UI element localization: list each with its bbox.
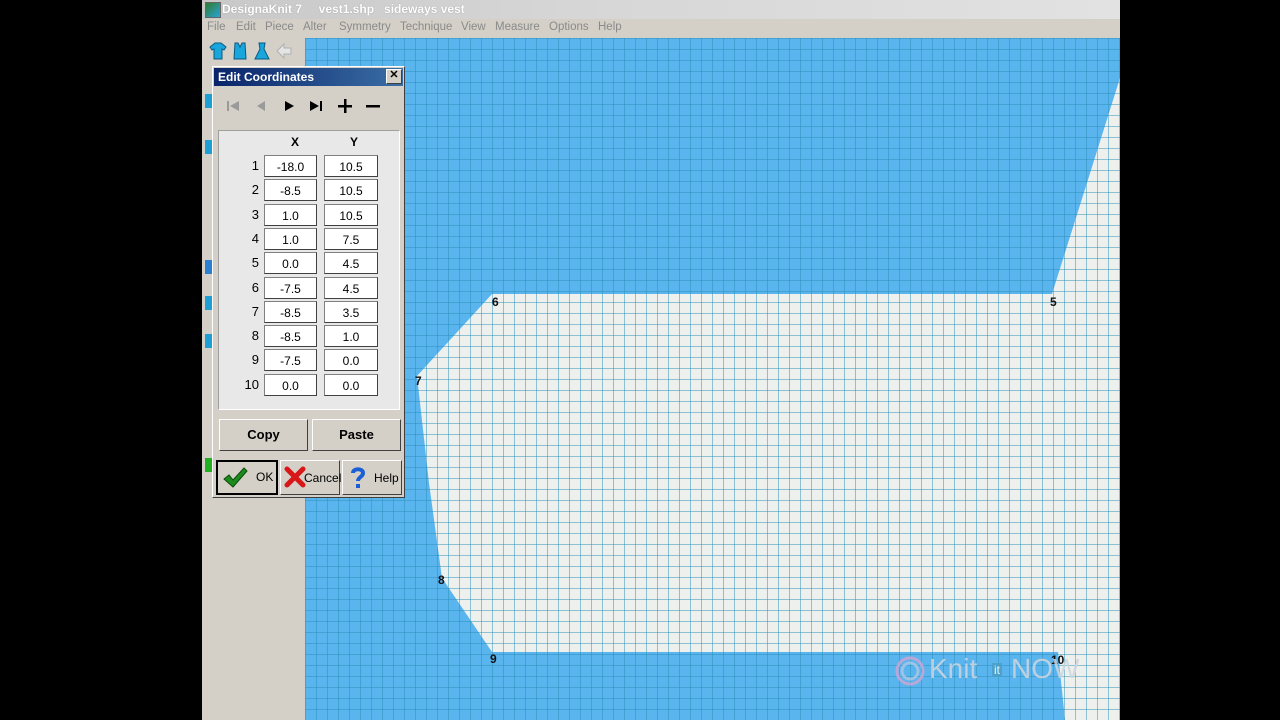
point-label-8: 8 <box>438 573 445 587</box>
dialog-title: Edit Coordinates <box>214 68 403 86</box>
add-point-button[interactable] <box>334 96 356 116</box>
next-button[interactable] <box>278 96 300 116</box>
menu-file[interactable]: File <box>207 21 226 33</box>
row-number: 8 <box>251 328 259 344</box>
row-number: 4 <box>251 230 259 246</box>
row-number: 10 <box>244 376 259 392</box>
title-bar: DesignaKnit 7 vest1.shp sideways vest <box>202 0 1120 19</box>
menu-symmetry[interactable]: Symmetry <box>339 21 391 33</box>
x-coordinate-field[interactable]: -18.0 <box>264 155 317 177</box>
x-coordinate-field[interactable]: -7.5 <box>264 349 317 372</box>
x-coordinate-field[interactable]: -8.5 <box>264 179 317 202</box>
cancel-label: Cancel <box>304 471 342 485</box>
window-title: DesignaKnit 7 vest1.shp sideways vest <box>222 2 465 16</box>
remove-point-button[interactable] <box>362 96 384 116</box>
column-header-y: Y <box>350 135 359 149</box>
point-label-9: 9 <box>490 652 497 666</box>
menu-help[interactable]: Help <box>598 21 622 33</box>
cancel-button[interactable]: Cancel <box>280 460 342 495</box>
menu-technique[interactable]: Technique <box>400 21 452 33</box>
dress-icon[interactable] <box>252 41 272 61</box>
edit-coordinates-dialog: Edit Coordinates ✕ X Y 1 -18.0 10.5 2 -8… <box>212 66 405 498</box>
row-number: 5 <box>251 255 259 271</box>
previous-button[interactable] <box>250 96 272 116</box>
copy-label: Copy <box>247 427 280 442</box>
y-coordinate-field[interactable]: 0.0 <box>324 373 378 396</box>
menu-alter[interactable]: Alter <box>303 21 327 33</box>
ok-button[interactable]: OK <box>216 460 278 495</box>
ok-label: OK <box>256 470 274 484</box>
menu-view[interactable]: View <box>461 21 486 33</box>
point-label-6: 6 <box>492 295 499 309</box>
x-coordinate-field[interactable]: 0.0 <box>264 373 317 396</box>
checkmark-icon <box>223 467 248 488</box>
help-label: Help <box>374 471 399 485</box>
coordinates-table: X Y 1 -18.0 10.5 2 -8.5 10.5 3 1.0 10.5 4 1.0 7.5 5 0… <box>218 130 400 410</box>
row-number: 3 <box>251 206 259 222</box>
watermark-it: it <box>992 663 1002 677</box>
x-coordinate-field[interactable]: 1.0 <box>264 227 317 250</box>
knititnow-watermark: Knit it NOW <box>893 653 1083 689</box>
x-coordinate-field[interactable]: -8.5 <box>264 325 317 348</box>
column-header-x: X <box>291 135 300 149</box>
y-coordinate-field[interactable]: 3.5 <box>324 300 378 323</box>
y-coordinate-field[interactable]: 10.5 <box>324 203 378 226</box>
y-coordinate-field[interactable]: 4.5 <box>324 276 378 299</box>
last-record-icon <box>310 101 322 111</box>
y-coordinate-field[interactable]: 7.5 <box>324 227 378 250</box>
paste-label: Paste <box>339 427 374 442</box>
help-button[interactable]: Help <box>342 460 402 495</box>
question-mark-icon <box>351 467 366 488</box>
watermark-knit: Knit <box>929 653 978 684</box>
last-button[interactable] <box>306 96 328 116</box>
row-number: 7 <box>251 303 259 319</box>
next-record-icon <box>285 101 294 111</box>
x-coordinate-field[interactable]: 0.0 <box>264 252 317 275</box>
pointer-icon[interactable] <box>274 41 294 61</box>
x-coordinate-field[interactable]: 1.0 <box>264 203 317 226</box>
row-number: 1 <box>251 158 259 173</box>
close-button[interactable]: ✕ <box>386 69 402 84</box>
copy-button[interactable]: Copy <box>219 419 308 451</box>
y-coordinate-field[interactable]: 0.0 <box>324 349 378 372</box>
x-coordinate-field[interactable]: -7.5 <box>264 276 317 299</box>
watermark-now: NOW <box>1011 653 1080 684</box>
row-number: 2 <box>251 182 259 198</box>
row-number: 9 <box>251 352 259 368</box>
menu-piece[interactable]: Piece <box>265 21 294 33</box>
menu-options[interactable]: Options <box>549 21 589 33</box>
yarn-logo-icon <box>895 656 925 686</box>
point-label-7: 7 <box>415 374 422 388</box>
y-coordinate-field[interactable]: 10.5 <box>324 179 378 202</box>
add-point-icon <box>338 99 352 113</box>
cancel-x-icon <box>284 466 306 488</box>
menu-bar: File Edit Piece Alter Symmetry Technique… <box>202 19 1120 38</box>
pattern-canvas[interactable]: 6 5 7 8 9 10 <box>305 38 1120 720</box>
remove-point-icon <box>366 105 380 108</box>
pattern-grid: 6 5 7 8 9 10 <box>305 38 1120 720</box>
point-label-5: 5 <box>1050 295 1057 309</box>
x-coordinate-field[interactable]: -8.5 <box>264 300 317 323</box>
paste-button[interactable]: Paste <box>312 419 401 451</box>
close-icon: ✕ <box>389 69 399 81</box>
dialog-title-text: Edit Coordinates <box>218 70 315 84</box>
y-coordinate-field[interactable]: 10.5 <box>324 155 378 177</box>
row-number: 6 <box>251 279 259 295</box>
first-button[interactable] <box>222 96 244 116</box>
previous-record-icon <box>257 101 265 111</box>
y-coordinate-field[interactable]: 1.0 <box>324 325 378 348</box>
sweater-icon[interactable] <box>208 41 228 61</box>
y-coordinate-field[interactable]: 4.5 <box>324 252 378 275</box>
app-icon <box>205 2 221 18</box>
vest-icon[interactable] <box>230 41 250 61</box>
first-record-icon <box>227 101 239 111</box>
menu-measure[interactable]: Measure <box>495 21 540 33</box>
menu-edit[interactable]: Edit <box>236 21 256 33</box>
